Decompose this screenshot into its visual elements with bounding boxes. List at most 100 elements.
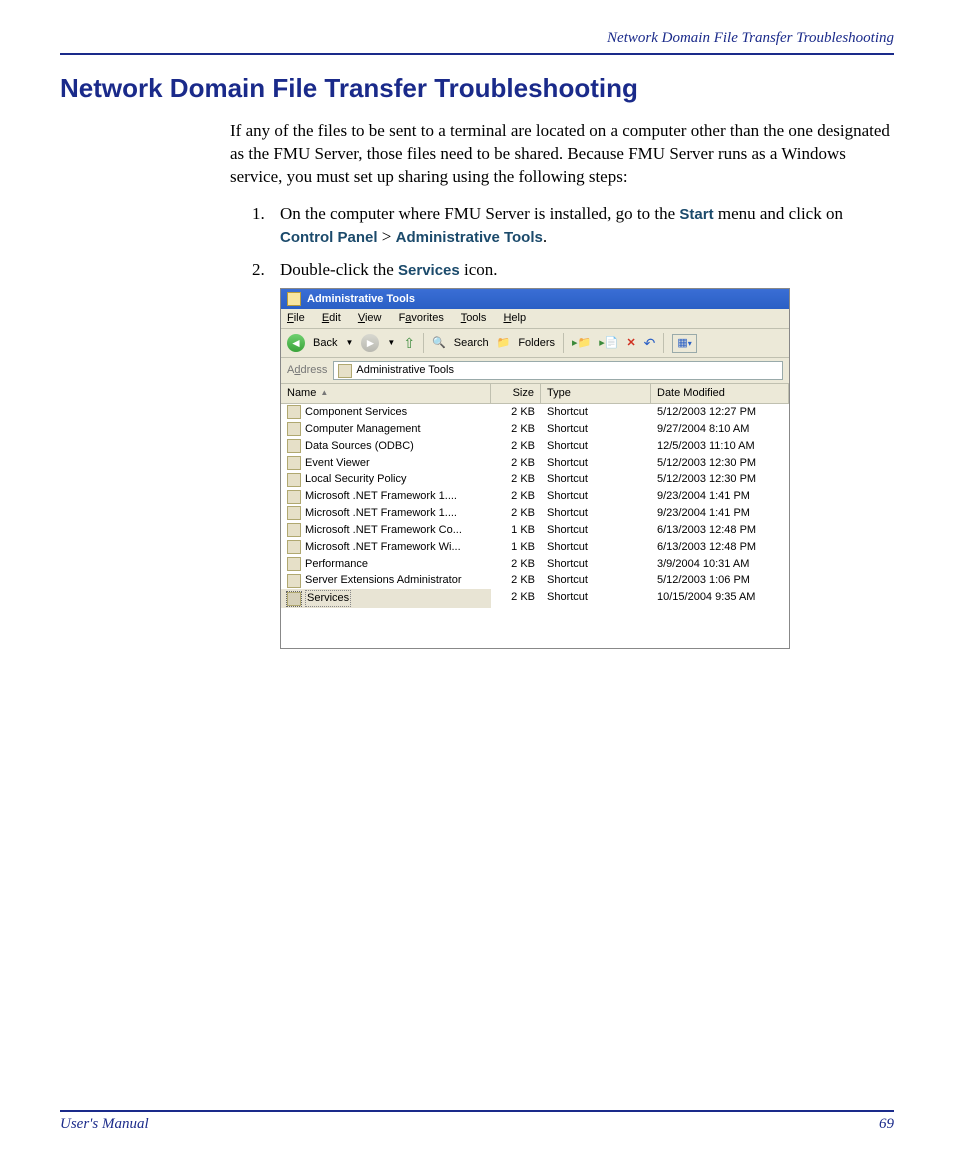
file-name: Microsoft .NET Framework 1.... bbox=[305, 506, 457, 521]
table-row[interactable]: Services2 KBShortcut10/15/2004 9:35 AM bbox=[281, 589, 789, 608]
views-icon[interactable]: ▦▾ bbox=[672, 334, 696, 353]
ui-term-services: Services bbox=[398, 262, 460, 279]
ui-term-control-panel: Control Panel bbox=[280, 229, 378, 246]
file-list: Name ▲ Size Type Date Modified Component… bbox=[281, 384, 789, 648]
undo-icon[interactable]: ↶ bbox=[644, 334, 656, 353]
file-name: Microsoft .NET Framework 1.... bbox=[305, 489, 457, 504]
forward-icon[interactable]: ► bbox=[361, 334, 379, 352]
file-date: 5/12/2003 1:06 PM bbox=[651, 572, 789, 589]
admin-tools-window: Administrative Tools File Edit View Favo… bbox=[280, 288, 790, 650]
table-row[interactable]: Computer Management2 KBShortcut9/27/2004… bbox=[281, 421, 789, 438]
file-name: Microsoft .NET Framework Wi... bbox=[305, 540, 461, 555]
back-icon[interactable]: ◄ bbox=[287, 334, 305, 352]
window-title: Administrative Tools bbox=[307, 292, 415, 307]
sort-asc-icon: ▲ bbox=[320, 388, 328, 399]
window-icon bbox=[287, 292, 301, 306]
table-row[interactable]: Microsoft .NET Framework Co...1 KBShortc… bbox=[281, 522, 789, 539]
file-date: 9/23/2004 1:41 PM bbox=[651, 505, 789, 522]
file-type: Shortcut bbox=[541, 556, 651, 573]
search-icon[interactable]: 🔍 bbox=[432, 336, 446, 351]
menu-bar[interactable]: File Edit View Favorites Tools Help bbox=[281, 309, 789, 329]
menu-edit[interactable]: Edit bbox=[322, 312, 341, 324]
ui-term-admin-tools: Administrative Tools bbox=[396, 229, 543, 246]
menu-favorites[interactable]: Favorites bbox=[399, 312, 444, 324]
toolbar-separator bbox=[663, 333, 664, 353]
window-titlebar[interactable]: Administrative Tools bbox=[281, 289, 789, 310]
file-size: 2 KB bbox=[491, 438, 541, 455]
table-row[interactable]: Event Viewer2 KBShortcut5/12/2003 12:30 … bbox=[281, 455, 789, 472]
file-size: 2 KB bbox=[491, 404, 541, 421]
step-1-end: . bbox=[543, 227, 547, 246]
back-button[interactable]: Back bbox=[313, 336, 337, 351]
ui-term-start: Start bbox=[679, 206, 713, 223]
file-date: 6/13/2003 12:48 PM bbox=[651, 522, 789, 539]
shortcut-icon bbox=[287, 574, 301, 588]
table-row[interactable]: Microsoft .NET Framework 1....2 KBShortc… bbox=[281, 505, 789, 522]
folder-icon bbox=[338, 364, 352, 378]
col-size-header[interactable]: Size bbox=[491, 384, 541, 403]
address-field[interactable]: Administrative Tools bbox=[333, 361, 783, 380]
file-date: 10/15/2004 9:35 AM bbox=[651, 589, 789, 608]
toolbar-separator bbox=[563, 333, 564, 353]
menu-help[interactable]: Help bbox=[503, 312, 526, 324]
file-name: Event Viewer bbox=[305, 456, 370, 471]
file-name: Local Security Policy bbox=[305, 472, 407, 487]
file-name: Microsoft .NET Framework Co... bbox=[305, 523, 462, 538]
table-row[interactable]: Data Sources (ODBC) 2 KBShortcut12/5/2003… bbox=[281, 438, 789, 455]
file-size: 2 KB bbox=[491, 589, 541, 608]
step-1: 1. On the computer where FMU Server is i… bbox=[252, 203, 894, 249]
move-to-icon[interactable]: ▸📁 bbox=[572, 336, 591, 351]
table-row[interactable]: Component Services2 KBShortcut5/12/2003 … bbox=[281, 404, 789, 421]
back-dropdown-icon[interactable]: ▼ bbox=[345, 338, 353, 349]
file-size: 2 KB bbox=[491, 488, 541, 505]
shortcut-icon bbox=[287, 592, 301, 606]
file-type: Shortcut bbox=[541, 522, 651, 539]
file-name: Performance bbox=[305, 557, 368, 572]
file-date: 9/27/2004 8:10 AM bbox=[651, 421, 789, 438]
step-2: 2. Double-click the Services icon. Admin… bbox=[252, 259, 894, 649]
delete-icon[interactable]: ✕ bbox=[626, 336, 635, 351]
running-header: Network Domain File Transfer Troubleshoo… bbox=[60, 30, 894, 55]
table-row[interactable]: Microsoft .NET Framework 1....2 KBShortc… bbox=[281, 488, 789, 505]
forward-dropdown-icon[interactable]: ▼ bbox=[387, 338, 395, 349]
file-name: Computer Management bbox=[305, 422, 421, 437]
file-size: 2 KB bbox=[491, 556, 541, 573]
intro-paragraph: If any of the files to be sent to a term… bbox=[230, 120, 894, 189]
shortcut-icon bbox=[287, 557, 301, 571]
shortcut-icon bbox=[287, 490, 301, 504]
folders-button[interactable]: Folders bbox=[518, 336, 555, 351]
file-name: Data Sources (ODBC) bbox=[305, 439, 414, 454]
table-row[interactable]: Performance 2 KBShortcut3/9/2004 10:31 AM bbox=[281, 556, 789, 573]
file-type: Shortcut bbox=[541, 455, 651, 472]
file-date: 3/9/2004 10:31 AM bbox=[651, 556, 789, 573]
menu-file[interactable]: File bbox=[287, 312, 305, 324]
file-type: Shortcut bbox=[541, 404, 651, 421]
col-date-header[interactable]: Date Modified bbox=[651, 384, 789, 403]
copy-to-icon[interactable]: ▸📄 bbox=[599, 336, 618, 351]
file-size: 2 KB bbox=[491, 421, 541, 438]
file-date: 12/5/2003 11:10 AM bbox=[651, 438, 789, 455]
file-type: Shortcut bbox=[541, 438, 651, 455]
step-1-text-b: menu and click on bbox=[714, 204, 843, 223]
address-label: Address bbox=[287, 363, 327, 378]
menu-view[interactable]: View bbox=[358, 312, 382, 324]
footer-page-number: 69 bbox=[879, 1116, 894, 1133]
up-icon[interactable]: ⇧ bbox=[403, 334, 415, 353]
col-type-header[interactable]: Type bbox=[541, 384, 651, 403]
file-type: Shortcut bbox=[541, 471, 651, 488]
file-type: Shortcut bbox=[541, 539, 651, 556]
file-date: 5/12/2003 12:30 PM bbox=[651, 471, 789, 488]
column-headers[interactable]: Name ▲ Size Type Date Modified bbox=[281, 384, 789, 404]
file-type: Shortcut bbox=[541, 505, 651, 522]
body-content: If any of the files to be sent to a term… bbox=[230, 120, 894, 649]
table-row[interactable]: Local Security Policy 2 KBShortcut5/12/20… bbox=[281, 471, 789, 488]
shortcut-icon bbox=[287, 456, 301, 470]
search-button[interactable]: Search bbox=[454, 336, 489, 351]
table-row[interactable]: Microsoft .NET Framework Wi...1 KBShortc… bbox=[281, 539, 789, 556]
file-size: 2 KB bbox=[491, 471, 541, 488]
file-size: 2 KB bbox=[491, 455, 541, 472]
col-name-header[interactable]: Name ▲ bbox=[281, 384, 491, 403]
folders-icon[interactable]: 📁 bbox=[497, 336, 511, 351]
table-row[interactable]: Server Extensions Administrator2 KBShort… bbox=[281, 572, 789, 589]
menu-tools[interactable]: Tools bbox=[461, 312, 487, 324]
